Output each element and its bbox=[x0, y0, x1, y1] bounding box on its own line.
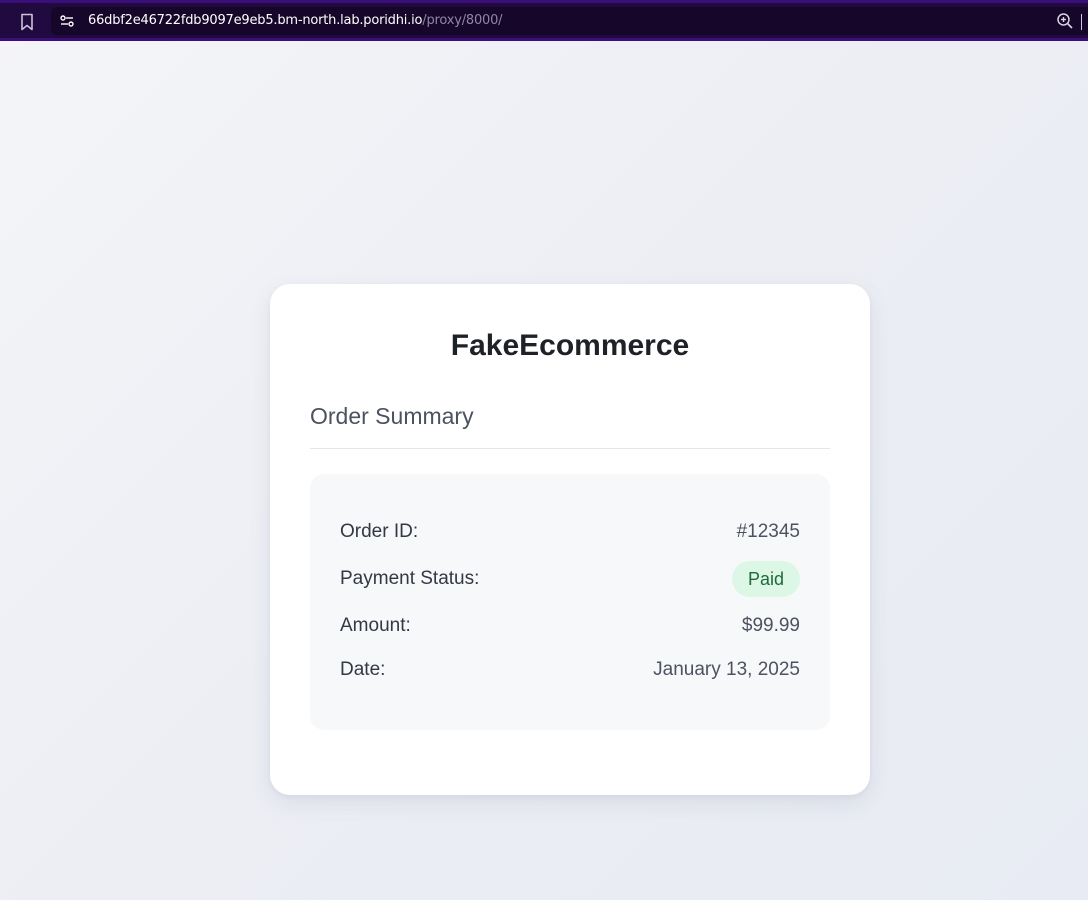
divider bbox=[310, 448, 830, 449]
zoom-button[interactable] bbox=[1055, 11, 1075, 31]
url-path: /proxy/8000/ bbox=[422, 13, 503, 28]
order-id-label: Order ID: bbox=[340, 521, 419, 542]
browser-toolbar: 66dbf2e46722fdb9097e9eb5.bm-north.lab.po… bbox=[0, 0, 1088, 41]
amount-row: Amount: $99.99 bbox=[340, 611, 800, 641]
site-info-icon bbox=[60, 15, 74, 27]
status-badge: Paid bbox=[731, 561, 800, 597]
date-label: Date: bbox=[340, 659, 386, 680]
order-id-value: #12345 bbox=[736, 521, 800, 542]
payment-status-label: Payment Status: bbox=[340, 568, 480, 589]
bookmark-button[interactable] bbox=[14, 9, 40, 35]
date-value: January 13, 2025 bbox=[653, 659, 800, 680]
address-bar[interactable]: 66dbf2e46722fdb9097e9eb5.bm-north.lab.po… bbox=[51, 7, 1088, 35]
date-row: Date: January 13, 2025 bbox=[340, 655, 800, 685]
order-id-row: Order ID: #12345 bbox=[340, 517, 800, 547]
toolbar-separator bbox=[1081, 14, 1082, 30]
brand-title: FakeEcommerce bbox=[450, 329, 690, 362]
url-text[interactable]: 66dbf2e46722fdb9097e9eb5.bm-north.lab.po… bbox=[88, 13, 503, 29]
order-details: Order ID: #12345 Payment Status: Paid Am… bbox=[310, 474, 830, 730]
amount-value: $99.99 bbox=[741, 615, 800, 636]
amount-label: Amount: bbox=[340, 615, 411, 636]
payment-status-row: Payment Status: Paid bbox=[340, 561, 800, 597]
order-card: FakeEcommerce Order Summary Order ID: #1… bbox=[270, 284, 870, 795]
url-host: 66dbf2e46722fdb9097e9eb5.bm-north.lab.po… bbox=[88, 13, 423, 28]
zoom-in-icon bbox=[1057, 13, 1073, 29]
bookmark-icon bbox=[21, 13, 33, 31]
site-info-button[interactable] bbox=[57, 11, 77, 31]
section-title: Order Summary bbox=[310, 403, 474, 429]
